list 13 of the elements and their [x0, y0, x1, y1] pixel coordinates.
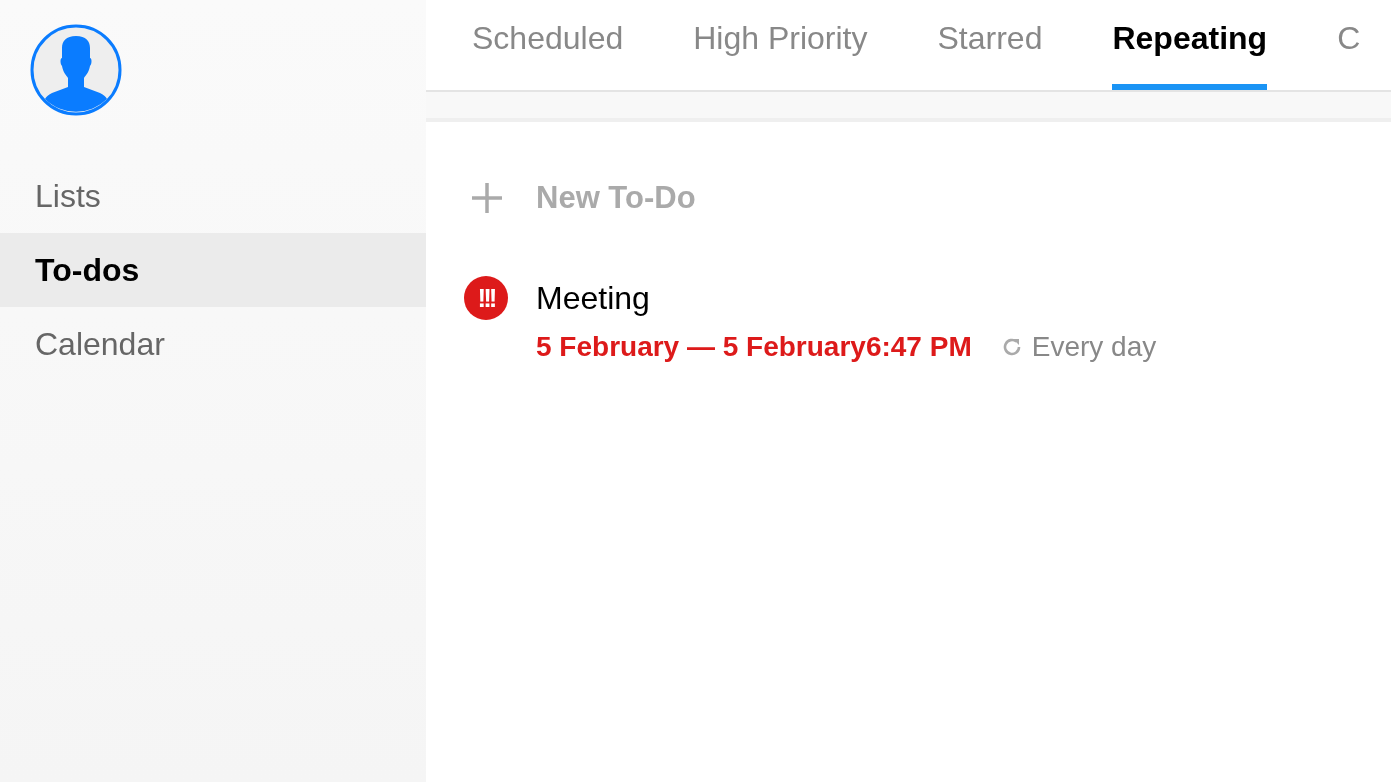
tab[interactable]: High Priority	[693, 0, 868, 90]
repeat-label: Every day	[1031, 331, 1157, 363]
avatar-icon[interactable]	[30, 24, 122, 116]
tab[interactable]: Scheduled	[472, 0, 624, 90]
add-icon[interactable]	[470, 181, 504, 215]
todo-title[interactable]: Meeting	[536, 280, 1157, 317]
sidebar-item[interactable]: Calendar	[0, 307, 426, 381]
todo-dates: 5 February — 5 February6:47 PM	[536, 331, 972, 363]
sidebar-item[interactable]: Lists	[0, 159, 426, 233]
sidebar-item[interactable]: To-dos	[0, 233, 426, 307]
tab[interactable]: Starred	[937, 0, 1043, 90]
tab[interactable]: C	[1337, 0, 1361, 90]
priority-badge: !!!	[464, 276, 508, 320]
